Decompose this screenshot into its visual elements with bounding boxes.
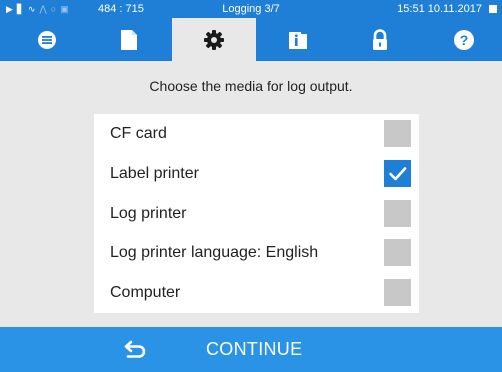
continue-label: CONTINUE bbox=[206, 339, 303, 359]
document-icon bbox=[121, 29, 137, 50]
media-options-list: CF card Label printer Log printer Log pr… bbox=[94, 114, 419, 313]
option-label: CF card bbox=[110, 125, 167, 142]
info-card-icon bbox=[289, 31, 307, 49]
tab-menu[interactable] bbox=[5, 18, 89, 61]
tab-bar: ? bbox=[0, 18, 502, 61]
checkmark-icon bbox=[389, 167, 407, 181]
tab-lock[interactable] bbox=[338, 18, 422, 61]
screen: ▶ ▋ ∿ ⋀ ○ ▣ 484 : 715 Logging 3/7 15:51 … bbox=[0, 0, 502, 372]
gear-icon bbox=[204, 29, 224, 50]
checkbox-log-printer-language[interactable] bbox=[384, 239, 411, 266]
checkbox-label-printer[interactable] bbox=[384, 160, 411, 187]
checkbox-computer[interactable] bbox=[384, 279, 411, 306]
option-computer[interactable]: Computer bbox=[94, 273, 419, 313]
option-label: Label printer bbox=[110, 165, 199, 182]
option-label: Log printer language: English bbox=[110, 244, 319, 261]
help-icon: ? bbox=[454, 29, 474, 50]
back-arrow-icon bbox=[124, 340, 146, 358]
option-label-printer[interactable]: Label printer bbox=[94, 154, 419, 194]
continue-button[interactable]: CONTINUE bbox=[0, 327, 502, 372]
option-label: Computer bbox=[110, 284, 181, 301]
tab-info[interactable] bbox=[256, 18, 340, 61]
checkbox-cf-card[interactable] bbox=[384, 120, 411, 147]
checkbox-log-printer[interactable] bbox=[384, 200, 411, 227]
option-log-printer-language[interactable]: Log printer language: English bbox=[94, 233, 419, 273]
option-cf-card[interactable]: CF card bbox=[94, 114, 419, 154]
status-square-icon bbox=[489, 5, 497, 13]
svg-text:?: ? bbox=[460, 32, 469, 48]
instruction-text: Choose the media for log output. bbox=[149, 78, 353, 94]
lock-icon bbox=[373, 28, 387, 50]
menu-icon bbox=[38, 30, 56, 49]
status-bar: ▶ ▋ ∿ ⋀ ○ ▣ 484 : 715 Logging 3/7 15:51 … bbox=[0, 0, 502, 18]
tab-document[interactable] bbox=[87, 18, 171, 61]
tab-help[interactable]: ? bbox=[422, 18, 502, 61]
option-log-printer[interactable]: Log printer bbox=[94, 194, 419, 234]
tab-settings[interactable] bbox=[172, 18, 256, 61]
date-time: 15:51 10.11.2017 bbox=[397, 3, 482, 15]
option-label: Log printer bbox=[110, 205, 187, 222]
